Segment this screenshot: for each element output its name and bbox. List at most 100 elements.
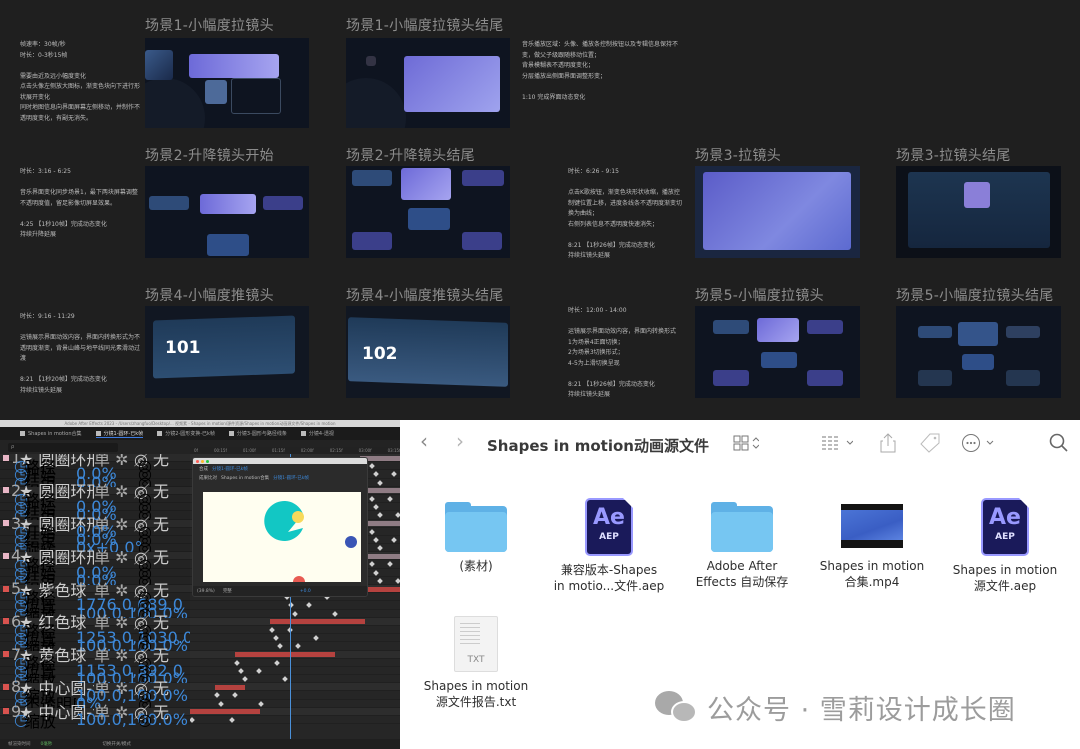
layer-track[interactable] [190,707,400,716]
comp-tab[interactable]: Shapes in motion合集 [20,430,82,437]
ae-project-icon: Ae AEP [585,498,633,556]
toggle-switches-button[interactable]: 切换开关/模式 [102,741,131,747]
property-track[interactable] [190,601,400,610]
comp-tab[interactable]: 分镜4-透视 [300,430,334,437]
minimize-dot[interactable] [201,459,204,463]
share-icon[interactable] [879,433,897,456]
keyframe[interactable] [369,496,375,502]
property-track[interactable] [190,659,400,667]
stopwatch-icon[interactable]: ◷ [0,710,28,729]
search-icon[interactable] [1049,433,1069,456]
comp-icon [228,431,234,436]
keyframe[interactable] [232,692,238,699]
close-dot[interactable] [196,459,199,463]
file-item-video[interactable]: Shapes in motion 合集.mp4 [807,500,937,590]
layer-search-input[interactable]: ρ [8,442,118,452]
crumb[interactable]: Shapes in motion合集 [221,475,269,481]
crumb[interactable]: 分镜1-圆环-已k帧 [273,475,309,481]
file-item-aep-compat[interactable]: Ae AEP 兼容版本-Shapes in motio...文件.aep [544,498,674,594]
scene-thumbnail: 102 [346,306,510,398]
file-item-folder-materials[interactable]: (素材) [411,500,541,574]
property-value[interactable]: 100.0,100.0% [76,710,188,729]
resolution-select[interactable]: 完整 [223,588,232,594]
keyframe[interactable] [377,479,383,486]
keyframe[interactable] [218,700,224,707]
keyframe[interactable] [387,561,393,568]
keyframe[interactable] [190,717,195,723]
comp-tab[interactable]: 分镜3-圆形与路径线条 [228,430,287,437]
keyframe[interactable] [369,463,375,470]
keyframe[interactable] [377,545,383,551]
property-track[interactable] [190,716,400,725]
layer-track[interactable] [190,683,400,692]
keyframe[interactable] [332,610,338,617]
layer-track[interactable] [190,617,400,626]
comp-tab[interactable]: 分镜2-圆形变换-已k帧 [157,430,215,437]
layer-duration-bar[interactable] [270,619,365,625]
layer-track[interactable] [190,650,400,659]
keyframe[interactable] [377,577,383,584]
keyframe[interactable] [295,643,301,650]
keyframe[interactable] [373,504,379,510]
keyframe[interactable] [234,659,240,666]
keyframe[interactable] [258,700,264,707]
property-track[interactable] [190,667,400,676]
keyframe[interactable] [313,635,319,641]
keyframe[interactable] [377,512,383,519]
keyframe[interactable] [391,471,397,478]
scene-title: 场景5-小幅度拉镜头结尾 [896,288,1054,304]
property-track[interactable] [190,610,400,618]
property-track[interactable] [190,691,400,700]
property-track[interactable] [190,626,400,635]
keyframe[interactable] [387,496,393,502]
scene-title: 场景1-小幅度拉镜头 [145,18,274,34]
pickwhip-icon[interactable]: ◎ [138,710,152,729]
keyframe[interactable] [273,635,279,641]
keyframe[interactable] [242,676,248,682]
property-track[interactable] [190,634,400,643]
keyframe[interactable] [214,692,220,699]
file-item-aep-source[interactable]: Ae AEP Shapes in motion 源文件.aep [940,498,1070,594]
zoom-level[interactable]: (39.8%) [197,589,215,594]
keyframe[interactable] [269,627,275,633]
layer-duration-bar[interactable] [235,652,335,657]
comp-tab-active[interactable]: 分镜1-圆环-已k帧 [95,430,144,438]
file-item-txt-report[interactable]: TXT Shapes in motion 源文件报告.txt [411,616,541,710]
grid-view-icon[interactable] [733,435,760,454]
file-item-folder-autosave[interactable]: Adobe After Effects 自动保存 [677,500,807,590]
keyframe[interactable] [306,602,312,609]
property-row[interactable]: ◷ 缩放 100.0,100.0% ◎ [0,710,190,731]
forward-button[interactable]: › [456,431,464,451]
keyframe[interactable] [274,659,280,666]
exposure-value[interactable]: +0.0 [300,589,311,594]
keyframe[interactable] [373,537,379,543]
property-track[interactable] [190,675,400,684]
layer-duration-bar[interactable] [215,684,245,690]
keyframe[interactable] [373,569,379,576]
keyframe[interactable] [256,668,262,674]
property-track[interactable] [190,642,400,651]
keyframe[interactable] [282,676,288,682]
keyframe[interactable] [369,561,375,568]
scene-title: 场景5-小幅度拉镜头 [695,288,824,304]
time-ruler[interactable]: 0f 00:15f 01:00f 01:15f 02:00f 02:15f 03:00f 03… [190,447,429,454]
file-name: Shapes in motion 合集.mp4 [819,559,925,589]
keyframe[interactable] [373,471,379,478]
keyframe[interactable] [369,528,375,535]
keyframe[interactable] [238,668,244,674]
tab-label: 分镜2-圆形变换-已k帧 [165,431,215,437]
maximize-dot[interactable] [206,459,209,463]
comp-canvas[interactable] [203,492,361,582]
tag-icon[interactable] [920,433,940,456]
keyframe[interactable] [277,643,283,650]
crumb[interactable]: 成果比对 [199,475,217,481]
keyframe[interactable] [229,717,235,723]
keyframe[interactable] [292,610,298,617]
property-track[interactable] [190,700,400,708]
back-button[interactable]: ‹ [420,431,428,451]
group-by-icon[interactable] [821,435,854,454]
keyframe[interactable] [391,537,397,543]
layer-duration-bar[interactable] [190,709,260,715]
more-actions-icon[interactable] [961,433,997,456]
scene-title: 场景2-升降镜头开始 [145,148,274,164]
